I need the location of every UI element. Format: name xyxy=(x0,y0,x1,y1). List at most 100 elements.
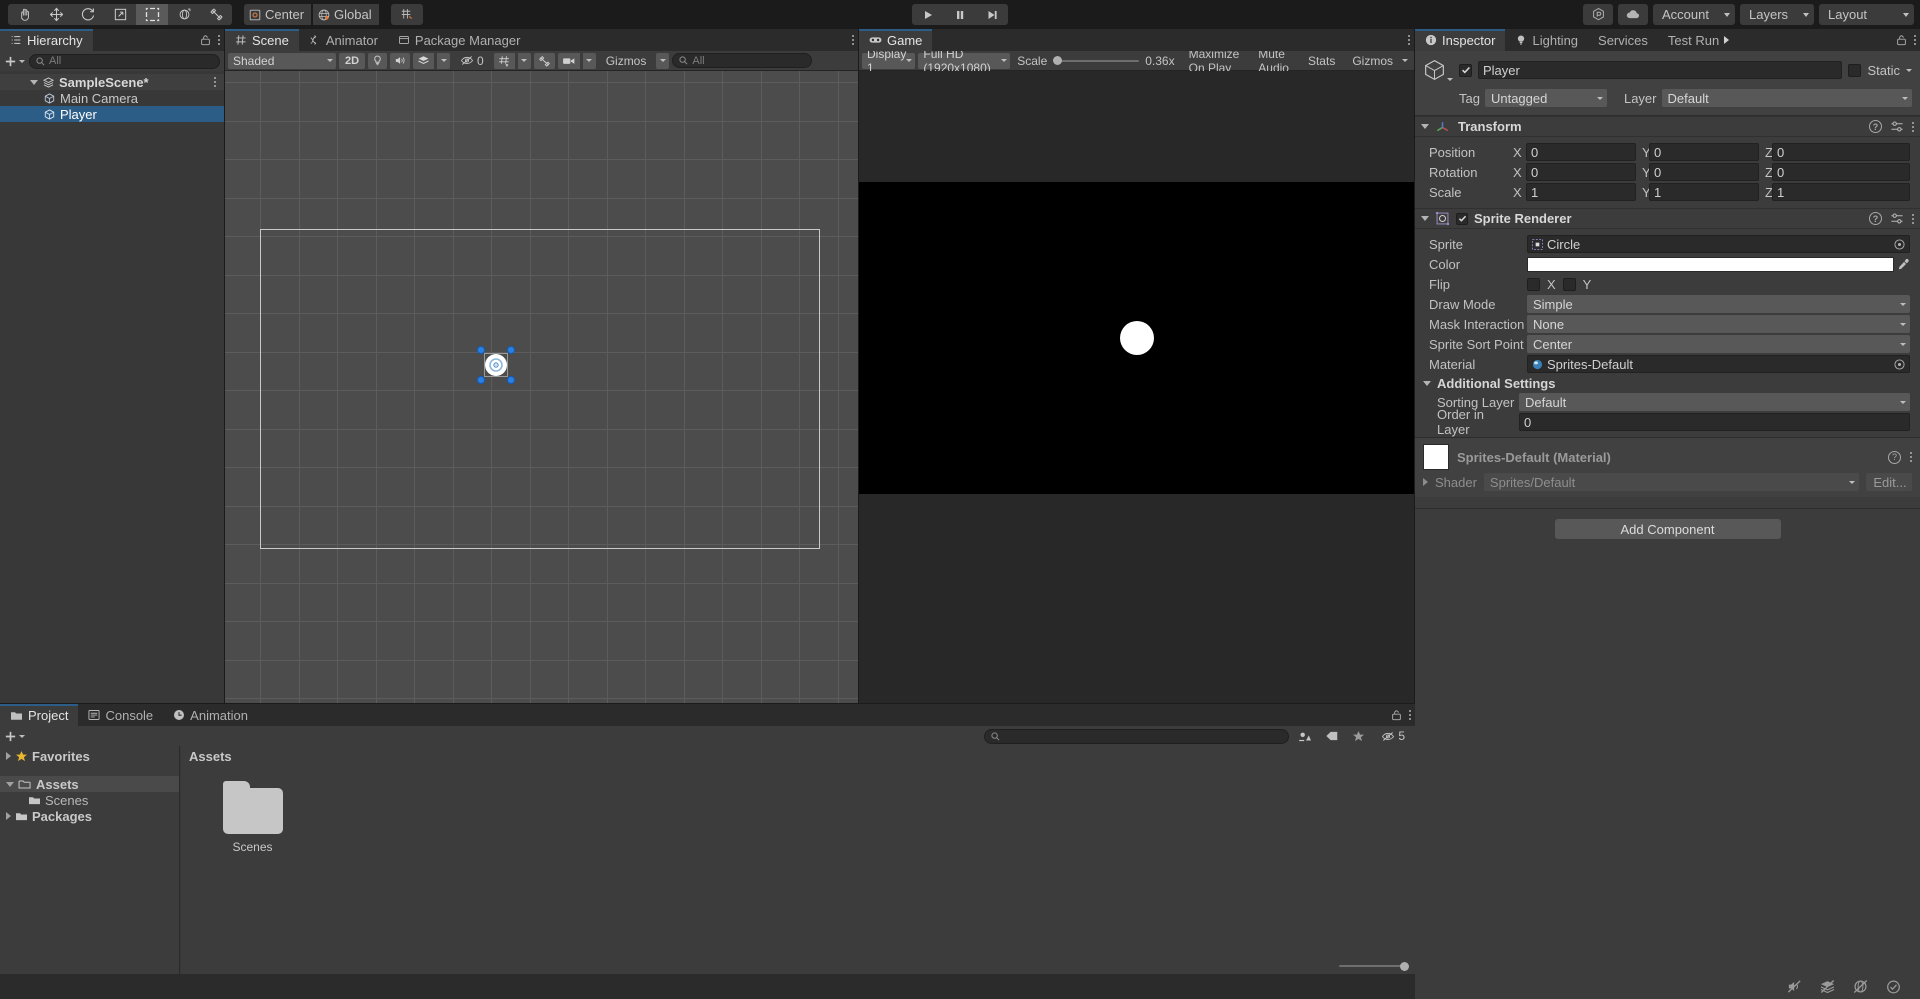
scene-grid-dropdown[interactable] xyxy=(517,52,531,69)
project-hidden-packages-toggle[interactable]: 5 xyxy=(1374,728,1411,744)
transform-component-header[interactable]: Transform ? xyxy=(1415,116,1920,137)
sprite-renderer-component-header[interactable]: Sprite Renderer ? xyxy=(1415,208,1920,229)
project-tree-item-assets[interactable]: Assets xyxy=(0,776,179,792)
sort-point-dropdown[interactable]: Center xyxy=(1527,335,1910,353)
game-stats-toggle[interactable]: Stats xyxy=(1301,53,1342,69)
check-circle-icon[interactable] xyxy=(1885,979,1902,995)
scene-draw-mode-dropdown[interactable]: Shaded xyxy=(228,52,336,69)
add-component-button[interactable]: Add Component xyxy=(1554,519,1781,539)
inspector-menu-icon[interactable] xyxy=(1914,35,1916,45)
expand-arrow-icon[interactable] xyxy=(1423,478,1428,486)
project-create-button[interactable] xyxy=(4,730,25,743)
tab-test-runner[interactable]: Test Run xyxy=(1658,29,1733,51)
project-menu-icon[interactable] xyxy=(1409,710,1411,720)
mask-interaction-dropdown[interactable]: None xyxy=(1527,315,1910,333)
tab-scene[interactable]: Scene xyxy=(225,29,299,51)
scale-x-input[interactable]: 1 xyxy=(1526,183,1636,201)
project-zoom-slider[interactable] xyxy=(1339,961,1409,971)
mute-icon[interactable] xyxy=(1786,979,1803,994)
play-button[interactable] xyxy=(912,4,944,25)
scene-viewport[interactable] xyxy=(225,71,858,703)
project-search-input[interactable] xyxy=(984,728,1290,744)
hierarchy-item-player[interactable]: Player xyxy=(0,106,224,122)
hand-tool-button[interactable] xyxy=(8,4,40,25)
resize-handle-bl[interactable] xyxy=(477,376,485,384)
tab-overflow-arrow-icon[interactable] xyxy=(1724,36,1730,44)
pivot-mode-button[interactable]: Center xyxy=(244,4,312,25)
preset-icon[interactable] xyxy=(1890,212,1904,225)
scene-audio-toggle[interactable] xyxy=(390,52,410,69)
object-enabled-checkbox[interactable] xyxy=(1459,63,1472,77)
rect-tool-button[interactable] xyxy=(136,4,168,25)
scene-camera-button[interactable] xyxy=(557,52,580,69)
shader-dropdown[interactable]: Sprites/Default xyxy=(1483,473,1859,491)
scene-grid-toggle[interactable] xyxy=(493,52,515,69)
static-dropdown-icon[interactable] xyxy=(1906,68,1912,72)
game-mute-toggle[interactable]: Mute Audio xyxy=(1251,47,1298,75)
collab-icon[interactable] xyxy=(1583,4,1613,25)
resize-handle-tl[interactable] xyxy=(477,346,485,354)
expand-arrow-icon[interactable] xyxy=(30,79,38,85)
filter-favorites-button[interactable] xyxy=(1348,728,1369,744)
asset-tile-scenes[interactable]: Scenes xyxy=(205,781,300,854)
no-preview-icon[interactable] xyxy=(1852,979,1869,994)
material-object-field[interactable]: Sprites-Default xyxy=(1527,355,1910,373)
color-swatch[interactable] xyxy=(1527,256,1894,272)
filter-by-type-button[interactable] xyxy=(1294,728,1316,744)
shader-edit-button[interactable]: Edit... xyxy=(1866,473,1912,491)
help-icon[interactable]: ? xyxy=(1869,212,1882,225)
selected-sprite-gizmo[interactable] xyxy=(477,346,515,384)
tab-animator[interactable]: Animator xyxy=(299,29,388,51)
scene-component-tools-button[interactable] xyxy=(533,52,555,69)
tab-console[interactable]: Console xyxy=(78,704,163,726)
account-dropdown[interactable]: Account xyxy=(1653,4,1735,25)
snap-settings-button[interactable] xyxy=(390,4,423,25)
expand-arrow-icon[interactable] xyxy=(1421,216,1429,221)
component-menu-icon[interactable] xyxy=(1912,213,1914,224)
sprite-object-field[interactable]: Circle xyxy=(1527,235,1910,253)
tag-dropdown[interactable]: Untagged xyxy=(1484,89,1607,107)
lock-icon[interactable] xyxy=(200,34,211,46)
tab-services[interactable]: Services xyxy=(1588,29,1658,51)
game-menu-icon[interactable] xyxy=(1408,35,1410,45)
cloud-icon[interactable] xyxy=(1618,4,1648,25)
object-name-input[interactable]: Player xyxy=(1478,61,1843,79)
game-scale-slider[interactable]: Scale 0.36x xyxy=(1013,54,1178,68)
sorting-layer-dropdown[interactable]: Default xyxy=(1519,393,1910,411)
position-x-input[interactable]: 0 xyxy=(1526,143,1636,161)
draw-mode-dropdown[interactable]: Simple xyxy=(1527,295,1910,313)
game-display-dropdown[interactable]: Display 1 xyxy=(862,47,916,75)
layers-stack-icon[interactable] xyxy=(1819,979,1836,994)
tab-inspector[interactable]: Inspector xyxy=(1415,29,1506,51)
preset-icon[interactable] xyxy=(1890,120,1904,133)
layer-dropdown[interactable]: Default xyxy=(1661,89,1912,107)
expand-arrow-icon[interactable] xyxy=(1423,380,1431,386)
scene-gizmos-button[interactable]: Gizmos xyxy=(599,53,654,69)
component-menu-icon[interactable] xyxy=(1912,121,1914,132)
pause-button[interactable] xyxy=(944,4,976,25)
scene-hidden-objects-toggle[interactable]: 0 xyxy=(453,53,491,69)
object-picker-icon[interactable] xyxy=(1894,238,1905,250)
scene-lighting-toggle[interactable] xyxy=(368,52,387,69)
tab-game[interactable]: Game xyxy=(859,29,933,51)
game-gizmos-dropdown[interactable] xyxy=(1398,53,1411,69)
expand-arrow-icon[interactable] xyxy=(6,812,11,820)
rotation-x-input[interactable]: 0 xyxy=(1526,163,1636,181)
tab-project[interactable]: Project xyxy=(0,704,79,726)
sprite-renderer-enabled-checkbox[interactable] xyxy=(1456,212,1468,225)
resize-handle-tr[interactable] xyxy=(507,346,515,354)
hierarchy-item-samplescene[interactable]: SampleScene* xyxy=(0,74,224,90)
layout-dropdown[interactable]: Layout xyxy=(1819,4,1914,25)
tab-lighting[interactable]: Lighting xyxy=(1505,29,1588,51)
game-resolution-dropdown[interactable]: Full HD (1920x1080) xyxy=(918,47,1011,75)
help-icon[interactable]: ? xyxy=(1869,120,1882,133)
position-y-input[interactable]: 0 xyxy=(1649,143,1759,161)
scene-camera-dropdown[interactable] xyxy=(582,52,596,69)
scene-2d-toggle[interactable]: 2D xyxy=(339,52,365,69)
tab-animation[interactable]: Animation xyxy=(163,704,258,726)
transform-tool-button[interactable] xyxy=(168,4,200,25)
expand-arrow-icon[interactable] xyxy=(6,752,11,760)
scene-fx-dropdown[interactable] xyxy=(437,52,450,69)
step-button[interactable] xyxy=(976,4,1008,25)
hierarchy-search-input[interactable]: All xyxy=(29,53,220,69)
